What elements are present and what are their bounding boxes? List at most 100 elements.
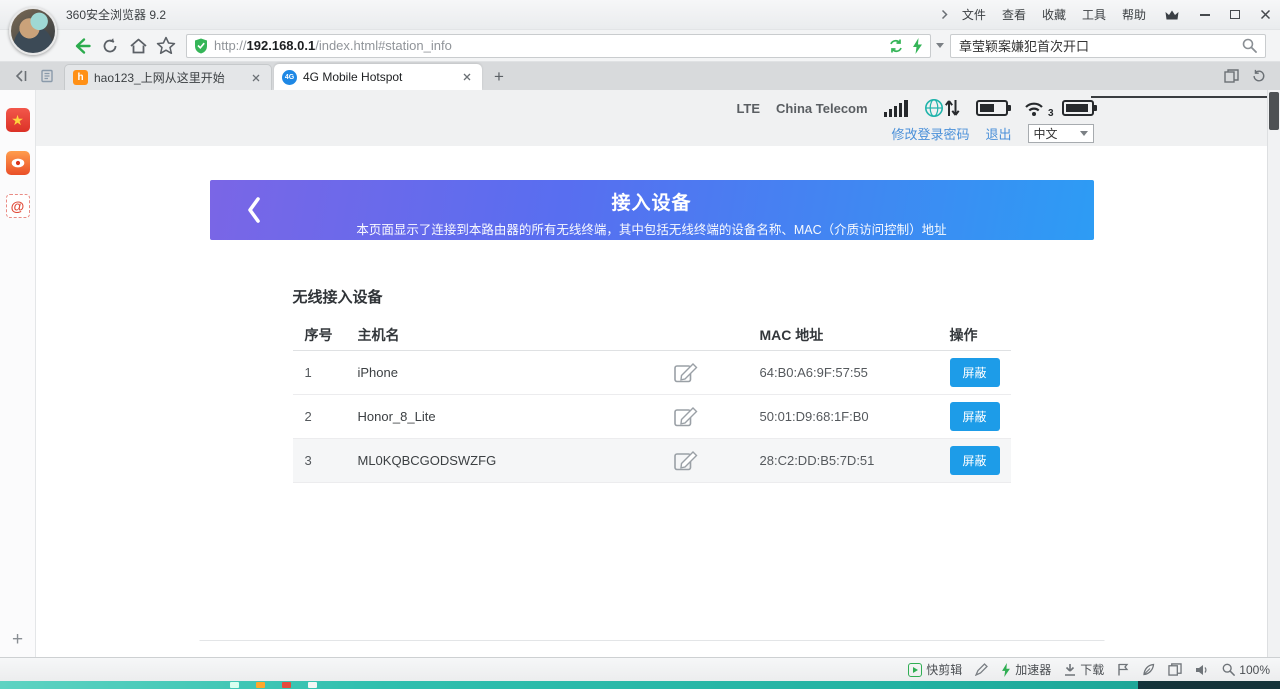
back-icon [72,36,92,56]
close-button[interactable] [1250,0,1280,29]
window-title: 360安全浏览器 9.2 [66,6,166,23]
tab-label: 4G Mobile Hotspot [303,70,454,84]
menu-help[interactable]: 帮助 [1114,0,1154,30]
tabbar-left-icons [0,69,64,90]
pages-icon [1168,663,1182,676]
mail-at-icon[interactable]: @ [6,194,30,218]
url-text: http://192.168.0.1/index.html#station_in… [214,38,882,53]
favorites-star-icon[interactable]: ★ [6,108,30,132]
close-tab-icon [463,73,471,81]
lightning-bolt-icon[interactable] [912,38,923,54]
windows-taskbar[interactable] [0,681,1280,689]
page-banner: 接入设备 本页面显示了连接到本路由器的所有无线终端，其中包括无线终端的设备名称、… [210,180,1094,240]
header-action: 操作 [950,325,1011,345]
weibo-icon[interactable] [6,151,30,175]
edit-hostname-icon[interactable] [674,451,698,471]
speaker-button[interactable] [1195,664,1209,676]
titlebar-right: 文件 查看 收藏 工具 帮助 [935,0,1280,29]
user-avatar[interactable] [9,7,57,55]
url-dropdown-caret[interactable] [936,43,944,48]
scrollbar-thumb[interactable] [1269,92,1279,130]
edit-hostname-icon[interactable] [674,407,698,427]
mac-address: 64:B0:A6:9F:57:55 [760,365,950,380]
back-button[interactable] [68,33,96,59]
pen-button[interactable] [975,663,988,676]
feather-icon [1142,663,1155,676]
chevron-down-icon [1080,131,1088,136]
menu-file[interactable]: 文件 [954,0,994,30]
quick-clip-label: 快剪辑 [926,661,962,678]
search-input[interactable] [959,38,1236,53]
taskbar-item [256,682,265,688]
mac-address: 50:01:D9:68:1F:B0 [760,409,950,424]
pen-icon [975,663,988,676]
logout-link[interactable]: 退出 [985,124,1011,143]
accelerator-button[interactable]: 加速器 [1001,661,1051,678]
section-title: 无线接入设备 [293,286,1011,307]
block-button[interactable]: 屏蔽 [950,446,1000,475]
hao123-favicon: h [73,70,88,85]
collapse-sidebar-icon[interactable] [14,69,28,83]
change-password-link[interactable]: 修改登录密码 [891,124,969,143]
browser-window: 360安全浏览器 9.2 文件 查看 收藏 工具 帮助 [0,0,1280,689]
tab-hao123[interactable]: h hao123_上网从这里开始 [64,64,272,90]
pages-button[interactable] [1168,663,1182,676]
flag-button[interactable] [1117,663,1129,676]
menu-favorites[interactable]: 收藏 [1034,0,1074,30]
quick-clip-button[interactable]: 快剪辑 [908,661,962,678]
address-bar[interactable]: http://192.168.0.1/index.html#station_in… [186,34,931,58]
webpage-viewport: LTE China Telecom 3 [36,90,1267,657]
crown-icon[interactable] [1154,9,1190,21]
browser-sidebar: ★ @ + [0,90,36,657]
user-links-row: 修改登录密码 退出 中文 [210,122,1094,144]
home-button[interactable] [124,33,152,59]
download-icon [1064,663,1076,676]
taskbar-item [282,682,291,688]
circular-arrows-icon[interactable] [888,38,904,54]
menu-expand-icon[interactable] [935,9,954,20]
wifi-clients-icon: 3 [1024,99,1046,117]
refresh-icon [101,37,119,55]
accelerator-icon [1001,663,1011,677]
block-button[interactable]: 屏蔽 [950,358,1000,387]
download-button[interactable]: 下载 [1064,661,1104,678]
tab-list-icon[interactable] [1224,69,1239,83]
favorite-button[interactable] [152,33,180,59]
undo-arrow-icon[interactable] [1251,69,1266,83]
new-tab-button[interactable]: + [486,66,512,88]
hostname: Honor_8_Lite [358,409,436,424]
scrollbar[interactable] [1267,90,1280,657]
tab-hotspot[interactable]: 4G 4G Mobile Hotspot [274,64,482,90]
search-box [950,34,1266,58]
edit-hostname-icon[interactable] [674,363,698,383]
zoom-control[interactable]: 100% [1222,663,1270,677]
header-mac: MAC 地址 [760,325,950,345]
refresh-button[interactable] [96,33,124,59]
row-no: 1 [293,365,358,380]
language-select[interactable]: 中文 [1028,124,1094,143]
close-tab-button[interactable] [249,71,263,85]
header-no: 序号 [293,325,358,345]
tab-label: hao123_上网从这里开始 [94,69,243,86]
search-icon[interactable] [1242,38,1257,53]
minimize-button[interactable] [1190,0,1220,29]
site-shield-icon[interactable] [194,38,208,54]
taskbar-tray [1138,681,1280,689]
close-icon [1260,9,1271,20]
menu-view[interactable]: 查看 [994,0,1034,30]
taskbar-item [308,682,317,688]
minimize-icon [1200,14,1210,16]
titlebar: 360安全浏览器 9.2 文件 查看 收藏 工具 帮助 [0,0,1280,30]
menu-tools[interactable]: 工具 [1074,0,1114,30]
page-divider [1091,96,1267,98]
maximize-button[interactable] [1220,0,1250,29]
hotspot-favicon: 4G [282,70,297,85]
network-globe-icon [924,97,960,119]
block-button[interactable]: 屏蔽 [950,402,1000,431]
feather-button[interactable] [1142,663,1155,676]
close-tab-button[interactable] [460,70,474,84]
reading-list-icon[interactable] [40,69,54,83]
add-sidebar-app-button[interactable]: + [0,629,35,651]
wifi-client-count: 3 [1048,108,1054,119]
tabbar-right-icons [1210,69,1280,90]
